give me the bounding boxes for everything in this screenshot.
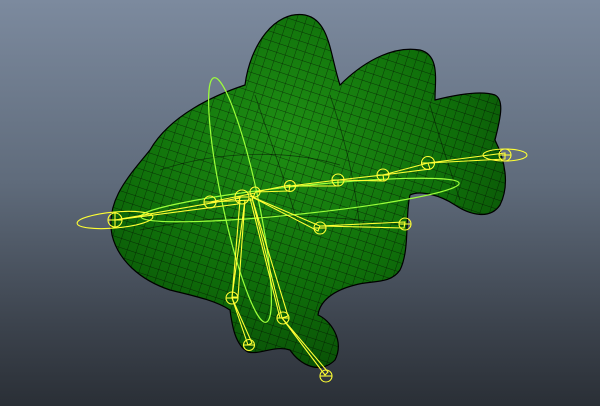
- joint-circle-icon[interactable]: [107, 212, 123, 228]
- joint-circle-icon[interactable]: [319, 369, 333, 383]
- fish-mesh[interactable]: [110, 14, 506, 368]
- 3d-viewport[interactable]: [0, 0, 600, 406]
- viewport-scene[interactable]: [0, 0, 600, 406]
